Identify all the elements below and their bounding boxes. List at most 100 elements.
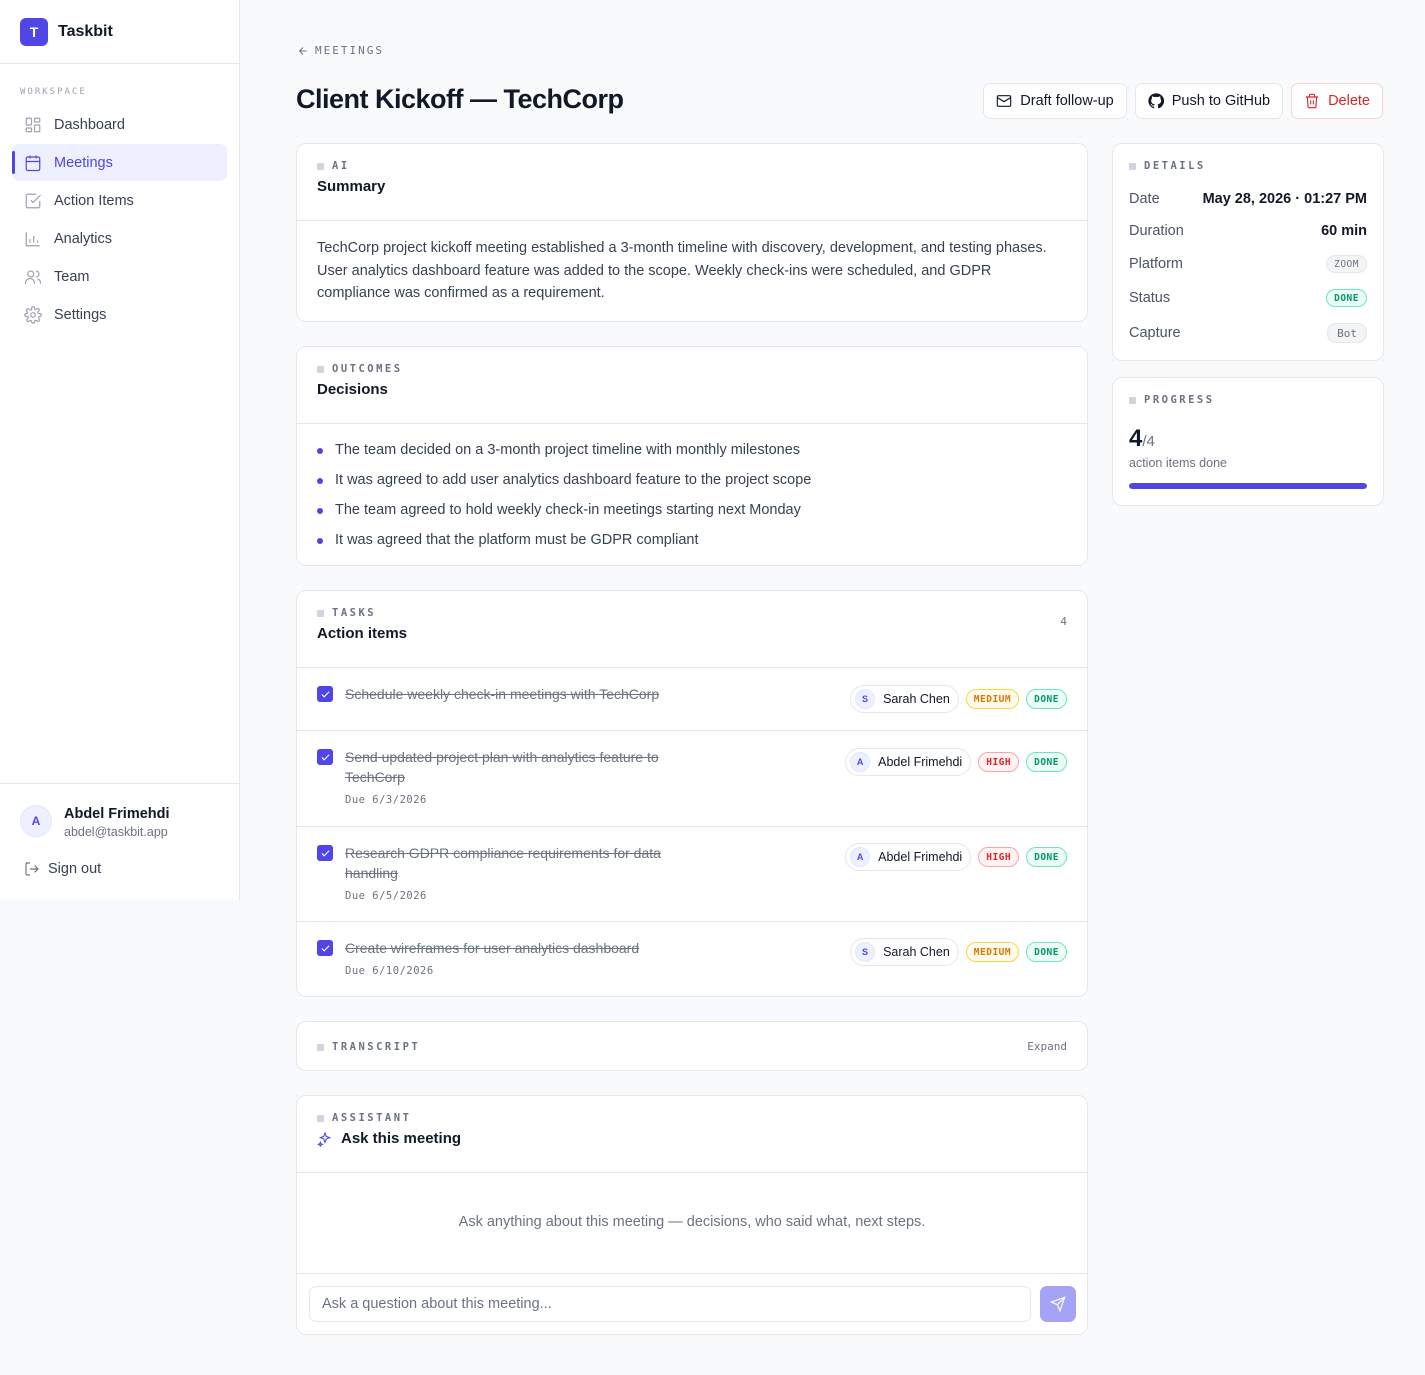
task-text: Create wireframes for user analytics das…	[345, 940, 640, 956]
task-due: Due 6/10/2026	[345, 965, 434, 977]
header-actions: Draft follow-up Push to GitHub Delete	[983, 83, 1383, 119]
assignee-name: Sarah Chen	[883, 692, 950, 706]
decisions-card: OUTCOMES Decisions The team decided on a…	[296, 346, 1088, 566]
detail-label: Platform	[1129, 256, 1183, 272]
sidebar-item-analytics[interactable]: Analytics	[12, 220, 227, 257]
sign-out-button[interactable]: Sign out	[24, 861, 101, 877]
sidebar-item-label: Analytics	[54, 230, 113, 247]
decisions-list: The team decided on a 3-month project ti…	[317, 442, 1067, 562]
status-badge: DONE	[1026, 942, 1067, 962]
assignee-chip[interactable]: S Sarah Chen	[850, 938, 959, 966]
breadcrumb-label: MEETINGS	[315, 44, 384, 57]
task-checkbox[interactable]	[317, 686, 333, 702]
task-due: Due 6/3/2026	[345, 794, 427, 806]
send-icon	[1050, 1296, 1066, 1312]
task-checkbox[interactable]	[317, 749, 333, 765]
details-card: DETAILS Date May 28, 2026 · 01:27 PM Dur…	[1112, 143, 1384, 361]
progress-bar	[1129, 483, 1367, 489]
summary-card: AI Summary TechCorp project kickoff meet…	[296, 143, 1088, 322]
detail-label: Status	[1129, 290, 1171, 306]
bar-chart-icon	[25, 231, 40, 246]
push-to-github-button[interactable]: Push to GitHub	[1134, 83, 1284, 119]
tasks-count: 4	[1060, 615, 1067, 628]
sidebar: T Taskbit WORKSPACE Dashboard Meetings A…	[0, 0, 240, 900]
summary-eyebrow: AI	[317, 160, 1067, 172]
assignee-chip[interactable]: A Abdel Frimehdi	[845, 843, 972, 871]
sparkles-icon	[317, 1130, 332, 1147]
task-text: Schedule weekly check-in meetings with T…	[345, 686, 660, 702]
send-button[interactable]	[1040, 1286, 1076, 1322]
dashboard-icon	[25, 117, 41, 132]
ask-input[interactable]	[309, 1286, 1031, 1322]
status-badge: DONE	[1026, 689, 1067, 709]
priority-badge: MEDIUM	[965, 689, 1020, 709]
progress-caption: action items done	[1129, 456, 1227, 470]
assignee-avatar: A	[850, 847, 871, 867]
app-name: Taskbit	[58, 22, 113, 40]
assistant-eyebrow: ASSISTANT	[317, 1112, 1067, 1124]
brand[interactable]: T Taskbit	[0, 0, 239, 64]
decision-item: It was agreed that the platform must be …	[317, 532, 1067, 562]
draft-follow-up-button[interactable]: Draft follow-up	[983, 83, 1127, 119]
transcript-card[interactable]: TRANSCRIPT Expand	[296, 1021, 1088, 1071]
assignee-avatar: S	[855, 689, 876, 709]
trash-icon	[1306, 93, 1319, 109]
detail-row-duration: Duration 60 min	[1129, 219, 1367, 243]
task-text: Research GDPR compliance requirements fo…	[345, 845, 661, 881]
assignee-avatar: S	[855, 942, 876, 962]
progress-bar-fill	[1129, 483, 1367, 489]
sidebar-item-label: Settings	[54, 306, 107, 323]
task-checkbox[interactable]	[317, 940, 333, 956]
progress-done: 4	[1129, 425, 1143, 452]
sidebar-nav: Dashboard Meetings Action Items Analytic…	[12, 106, 227, 334]
sidebar-item-dashboard[interactable]: Dashboard	[12, 106, 227, 143]
detail-label: Capture	[1129, 325, 1181, 341]
transcript-eyebrow: TRANSCRIPT	[317, 1041, 1067, 1053]
task-row: Send updated project plan with analytics…	[297, 730, 1087, 826]
status-badge: DONE	[1026, 752, 1067, 772]
calendar-icon	[25, 155, 41, 171]
app-logo: T	[20, 17, 48, 46]
transcript-expand-button[interactable]: Expand	[1027, 1040, 1067, 1053]
detail-row-status: Status DONE	[1129, 286, 1367, 310]
sidebar-item-action-items[interactable]: Action Items	[12, 182, 227, 219]
progress-total: /4	[1142, 433, 1155, 450]
task-due: Due 6/5/2026	[345, 890, 427, 902]
github-icon	[1148, 93, 1164, 109]
assignee-name: Abdel Frimehdi	[878, 850, 963, 864]
progress-card: PROGRESS 4/4 action items done	[1112, 377, 1384, 506]
check-icon	[320, 690, 330, 698]
task-row: Research GDPR compliance requirements fo…	[297, 826, 1087, 921]
assignee-chip[interactable]: S Sarah Chen	[850, 685, 959, 713]
sidebar-item-team[interactable]: Team	[12, 258, 227, 295]
assistant-title: Ask this meeting	[341, 1130, 462, 1147]
priority-badge: HIGH	[978, 752, 1020, 772]
decision-item: The team decided on a 3-month project ti…	[317, 442, 1067, 472]
task-meta: A Abdel Frimehdi HIGH DONE	[845, 748, 1067, 776]
check-icon	[320, 849, 330, 857]
delete-button[interactable]: Delete	[1291, 83, 1383, 119]
sidebar-item-meetings[interactable]: Meetings	[12, 144, 227, 181]
sidebar-item-settings[interactable]: Settings	[12, 296, 227, 333]
meeting-date: May 28, 2026 · 01:27 PM	[1202, 191, 1367, 207]
gear-icon	[24, 305, 42, 324]
breadcrumb[interactable]: MEETINGS	[297, 44, 384, 57]
capture-badge: Bot	[1327, 323, 1367, 343]
platform-badge: ZOOM	[1326, 255, 1367, 273]
details-eyebrow: DETAILS	[1129, 160, 1363, 172]
progress-count: 4/4	[1129, 425, 1155, 453]
assignee-avatar: A	[850, 752, 871, 772]
detail-row-capture: Capture Bot	[1129, 321, 1367, 345]
status-badge: DONE	[1026, 847, 1067, 867]
task-meta: A Abdel Frimehdi HIGH DONE	[845, 843, 1067, 871]
assignee-chip[interactable]: A Abdel Frimehdi	[845, 748, 972, 776]
detail-label: Duration	[1129, 223, 1184, 239]
summary-title: Summary	[317, 178, 386, 195]
sidebar-item-label: Action Items	[54, 192, 134, 209]
meeting-duration: 60 min	[1321, 223, 1367, 239]
avatar[interactable]: A	[20, 805, 52, 837]
assistant-card: ASSISTANT Ask this meeting Ask anything …	[296, 1095, 1088, 1335]
task-checkbox[interactable]	[317, 845, 333, 861]
summary-text: TechCorp project kickoff meeting establi…	[317, 240, 1047, 301]
action-items-card: TASKS Action items 4 Schedule weekly che…	[296, 590, 1088, 997]
